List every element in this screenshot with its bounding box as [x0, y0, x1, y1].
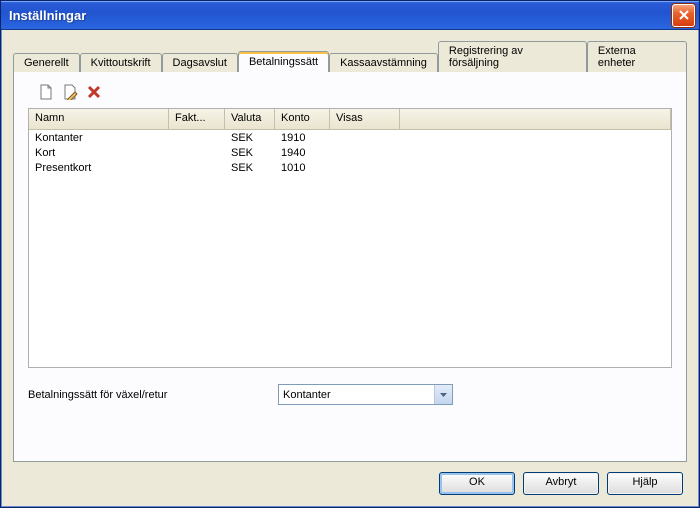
- change-return-combo[interactable]: Kontanter: [278, 384, 453, 405]
- tab-betalningssatt[interactable]: Betalningssätt: [238, 51, 329, 72]
- delete-icon: [87, 85, 101, 99]
- column-spacer: [400, 109, 671, 129]
- cell-namn: Presentkort: [29, 162, 169, 177]
- tab-registrering[interactable]: Registrering av försäljning: [438, 41, 587, 72]
- table-row[interactable]: Kort SEK 1940: [29, 147, 671, 162]
- combo-value: Kontanter: [279, 389, 434, 401]
- tab-dagsavslut[interactable]: Dagsavslut: [162, 53, 238, 72]
- delete-button[interactable]: [86, 84, 102, 100]
- tab-label: Externa enheter: [598, 45, 636, 69]
- list-header: Namn Fakt... Valuta Konto Visas: [29, 109, 671, 130]
- tab-kassaavstamning[interactable]: Kassaavstämning: [329, 53, 438, 72]
- dialog-footer: OK Avbryt Hjälp: [13, 462, 687, 499]
- client-area: Generellt Kvittoutskrift Dagsavslut Beta…: [1, 30, 699, 507]
- column-label: Fakt...: [175, 112, 206, 124]
- cell-namn: Kort: [29, 147, 169, 162]
- tab-label: Kassaavstämning: [340, 57, 427, 69]
- column-namn[interactable]: Namn: [29, 109, 169, 129]
- column-konto[interactable]: Konto: [275, 109, 330, 129]
- ok-button[interactable]: OK: [439, 472, 515, 495]
- combo-dropdown-button[interactable]: [434, 385, 452, 404]
- tab-page: Namn Fakt... Valuta Konto Visas Kontante…: [13, 71, 687, 462]
- column-label: Valuta: [231, 112, 261, 124]
- cell-valuta: SEK: [225, 132, 275, 147]
- column-visas[interactable]: Visas: [330, 109, 400, 129]
- payment-methods-list[interactable]: Namn Fakt... Valuta Konto Visas Kontante…: [28, 108, 672, 368]
- tab-label: Generellt: [24, 57, 69, 69]
- cell-visas: [330, 147, 400, 162]
- change-return-row: Betalningssätt för växel/retur Kontanter: [28, 384, 672, 405]
- column-fakt[interactable]: Fakt...: [169, 109, 225, 129]
- cell-fakt: [169, 132, 225, 147]
- column-valuta[interactable]: Valuta: [225, 109, 275, 129]
- tab-kvittoutskrift[interactable]: Kvittoutskrift: [80, 53, 162, 72]
- close-icon: [679, 10, 689, 20]
- list-body: Kontanter SEK 1910 Kort SEK 1940: [29, 130, 671, 179]
- cell-namn: Kontanter: [29, 132, 169, 147]
- edit-document-icon: [62, 84, 78, 100]
- toolbar: [28, 84, 672, 108]
- button-label: OK: [469, 476, 485, 488]
- cell-fakt: [169, 162, 225, 177]
- cancel-button[interactable]: Avbryt: [523, 472, 599, 495]
- new-button[interactable]: [38, 84, 54, 100]
- column-label: Namn: [35, 112, 64, 124]
- help-button[interactable]: Hjälp: [607, 472, 683, 495]
- chevron-down-icon: [440, 393, 447, 397]
- cell-konto: 1910: [275, 132, 330, 147]
- cell-konto: 1940: [275, 147, 330, 162]
- tab-label: Dagsavslut: [173, 57, 227, 69]
- cell-valuta: SEK: [225, 147, 275, 162]
- column-label: Visas: [336, 112, 363, 124]
- window-title: Inställningar: [9, 8, 672, 23]
- close-button[interactable]: [672, 4, 695, 27]
- cell-fakt: [169, 147, 225, 162]
- cell-visas: [330, 162, 400, 177]
- new-document-icon: [38, 84, 54, 100]
- tab-generellt[interactable]: Generellt: [13, 53, 80, 72]
- settings-window: Inställningar Generellt Kvittoutskrift D…: [0, 0, 700, 508]
- tab-externa-enheter[interactable]: Externa enheter: [587, 41, 687, 72]
- button-label: Avbryt: [546, 476, 577, 488]
- tab-label: Betalningssätt: [249, 56, 318, 68]
- table-row[interactable]: Kontanter SEK 1910: [29, 132, 671, 147]
- column-label: Konto: [281, 112, 310, 124]
- tab-label: Kvittoutskrift: [91, 57, 151, 69]
- tab-strip: Generellt Kvittoutskrift Dagsavslut Beta…: [13, 40, 687, 71]
- edit-button[interactable]: [62, 84, 78, 100]
- cell-konto: 1010: [275, 162, 330, 177]
- change-return-label: Betalningssätt för växel/retur: [28, 389, 258, 401]
- titlebar: Inställningar: [1, 1, 699, 30]
- button-label: Hjälp: [632, 476, 657, 488]
- cell-visas: [330, 132, 400, 147]
- tab-label: Registrering av försäljning: [449, 45, 523, 69]
- table-row[interactable]: Presentkort SEK 1010: [29, 162, 671, 177]
- cell-valuta: SEK: [225, 162, 275, 177]
